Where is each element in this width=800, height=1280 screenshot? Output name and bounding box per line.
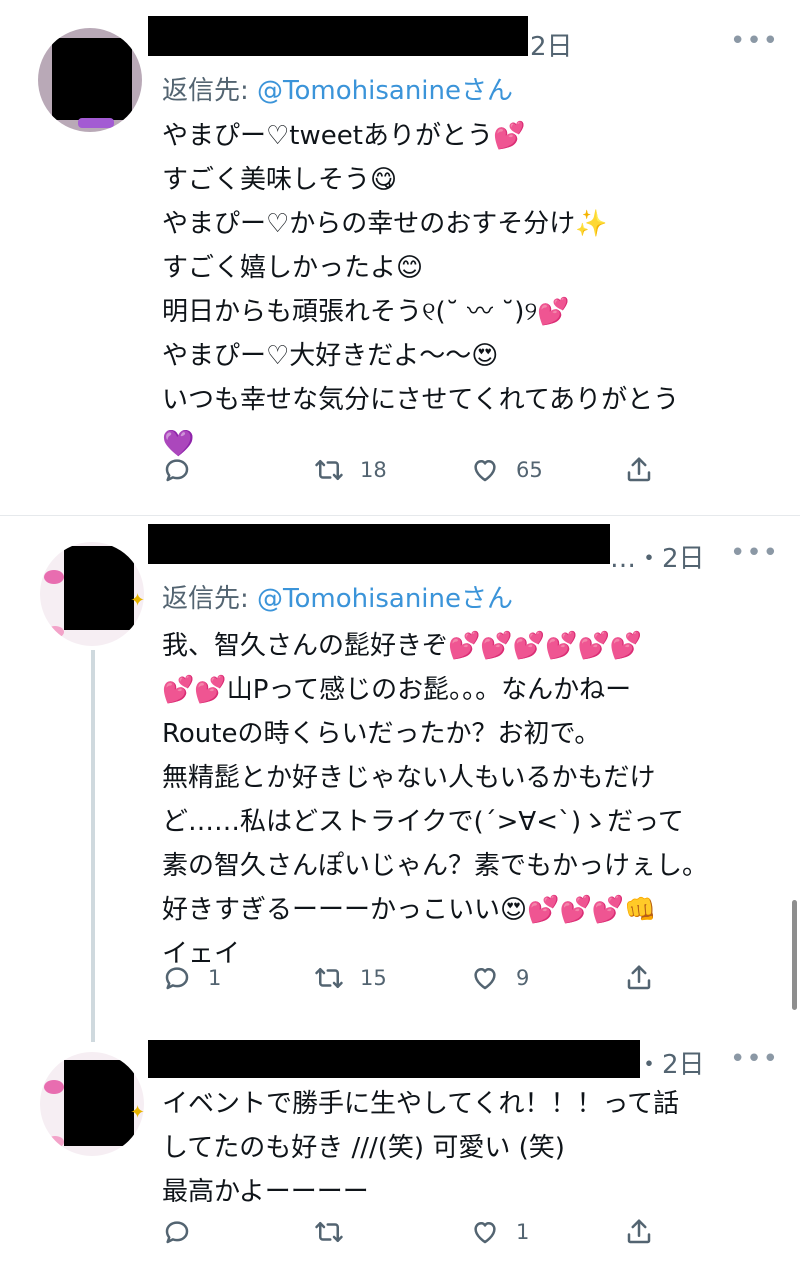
more-icon[interactable]: ••• xyxy=(730,538,779,568)
reply-to-prefix: 返信先: xyxy=(162,584,258,614)
avatar[interactable] xyxy=(38,28,142,132)
username-redaction xyxy=(148,16,528,56)
tweet-text: 我、智久さんの髭好きぞ💕💕💕💕💕💕 💕💕山Pって感じのお髭。。。なんかねー Ro… xyxy=(162,624,708,976)
like-button[interactable]: 9 xyxy=(470,958,529,998)
like-button[interactable]: 65 xyxy=(470,450,543,490)
more-icon[interactable]: ••• xyxy=(730,1044,779,1074)
reply-button[interactable] xyxy=(162,1212,208,1252)
reply-handle-suffix: さん xyxy=(461,76,514,106)
reply-icon xyxy=(165,967,189,990)
retweet-icon xyxy=(315,968,343,988)
retweet-button[interactable]: 15 xyxy=(314,958,387,998)
tweet-text-line: いつも幸せな気分にさせてくれてありがとう xyxy=(162,385,680,415)
avatar-pink-detail xyxy=(46,1136,64,1148)
tweet-text-line: イベントで勝手に生やしてくれ！！！って話 xyxy=(162,1089,680,1119)
action-bar: 1 15 9 xyxy=(162,958,652,998)
timestamp[interactable]: ・2日 xyxy=(636,1044,705,1081)
more-icon[interactable]: ••• xyxy=(730,26,779,56)
avatar-redaction xyxy=(52,38,132,120)
share-button[interactable] xyxy=(624,958,654,998)
like-button[interactable]: 1 xyxy=(470,1212,529,1252)
share-icon xyxy=(627,1219,651,1244)
tweet-text-line: Routeの時くらいだったか？お初で。 xyxy=(162,719,601,749)
tweet-text-line: 無精髭とか好きじゃない人もいるかもだけ xyxy=(162,763,656,793)
scrollbar[interactable] xyxy=(792,900,797,1010)
reply-button[interactable]: 1 xyxy=(162,958,221,998)
avatar-purple-detail xyxy=(78,118,114,128)
tweet-text-line: 明日からも頑張れそう୧(˘ 〰 ˘)୨💕 xyxy=(162,297,570,327)
timestamp[interactable]: 2日 xyxy=(530,26,573,63)
username-redaction xyxy=(148,524,610,564)
share-button[interactable] xyxy=(624,450,654,490)
retweet-icon xyxy=(315,1222,343,1242)
avatar-redaction xyxy=(64,546,134,630)
avatar-sparkle: ✦ xyxy=(130,590,144,611)
avatar-sparkle: ✦ xyxy=(130,1102,144,1123)
retweet-button[interactable]: 18 xyxy=(314,450,387,490)
reply-count: 1 xyxy=(208,966,222,990)
tweet-text-line: やまぴー♡tweetありがとう💕 xyxy=(162,121,526,151)
tweet-text-line: 素の智久さんぽいじゃん？素でもかっけぇし。 xyxy=(162,851,709,881)
tweet-2[interactable]: ✦ …・2日 ••• 返信先: @Tomohisanineさん 我、智久さんの髭… xyxy=(0,516,800,1042)
tweet-text-line: 好きすぎるーーーかっこいい😍💕💕💕👊 xyxy=(162,895,657,925)
tweet-3[interactable]: ✦ ・2日 ••• イベントで勝手に生やしてくれ！！！って話 してたのも好き /… xyxy=(0,1030,800,1280)
retweet-count: 15 xyxy=(360,966,387,990)
avatar-redaction xyxy=(64,1060,134,1146)
tweet-text-line: やまぴー♡からの幸せのおすそ分け✨ xyxy=(162,209,608,239)
reply-to: 返信先: @Tomohisanineさん xyxy=(162,70,513,107)
tweet-1[interactable]: 2日 ••• 返信先: @Tomohisanineさん やまぴー♡tweetあり… xyxy=(0,0,800,510)
reply-icon xyxy=(165,1221,189,1244)
like-count: 65 xyxy=(516,458,543,482)
reply-to: 返信先: @Tomohisanineさん xyxy=(162,578,513,615)
avatar-pink-detail xyxy=(44,1080,64,1094)
tweet-text-line: 💕💕山Pって感じのお髭。。。なんかねー xyxy=(162,675,632,705)
tweet-text: やまぴー♡tweetありがとう💕 すごく美味しそう😋 やまぴー♡からの幸せのおす… xyxy=(162,114,679,466)
tweet-text-line: やまぴー♡大好きだよ〜〜😍 xyxy=(162,341,499,371)
share-icon xyxy=(627,457,651,482)
retweet-icon xyxy=(315,460,343,480)
reply-to-prefix: 返信先: xyxy=(162,76,258,106)
tweet-text-line: ど……私はどストライクで(´>∀<`)ゝだって xyxy=(162,807,684,837)
retweet-count: 18 xyxy=(360,458,387,482)
like-count: 9 xyxy=(516,966,530,990)
like-count: 1 xyxy=(516,1220,530,1244)
tweet-text: イベントで勝手に生やしてくれ！！！って話 してたのも好き ///(笑) 可愛い … xyxy=(162,1082,679,1214)
reply-button[interactable] xyxy=(162,450,208,490)
retweet-button[interactable] xyxy=(314,1212,360,1252)
reply-handle-suffix: さん xyxy=(461,584,514,614)
heart-icon xyxy=(474,1222,496,1244)
tweet-text-line: すごく嬉しかったよ😊 xyxy=(162,253,424,283)
action-bar: 18 65 xyxy=(162,450,652,490)
share-button[interactable] xyxy=(624,1212,654,1252)
tweet-text-line: 我、智久さんの髭好きぞ💕💕💕💕💕💕 xyxy=(162,631,643,661)
thread-line xyxy=(91,650,95,1042)
heart-icon xyxy=(474,968,496,990)
avatar-pink-detail xyxy=(46,626,64,638)
reply-handle-link[interactable]: @Tomohisanine xyxy=(257,584,461,614)
reply-handle-link[interactable]: @Tomohisanine xyxy=(257,76,461,106)
heart-icon xyxy=(474,460,496,482)
action-bar: 1 xyxy=(162,1212,652,1252)
avatar[interactable]: ✦ xyxy=(40,542,144,646)
timestamp[interactable]: …・2日 xyxy=(610,538,705,575)
share-icon xyxy=(627,965,651,990)
reply-icon xyxy=(165,459,189,482)
avatar-pink-detail xyxy=(44,570,64,584)
avatar[interactable]: ✦ xyxy=(40,1052,144,1156)
tweet-text-line: すごく美味しそう😋 xyxy=(162,165,398,195)
tweet-text-line: してたのも好き ///(笑) 可愛い (笑) xyxy=(162,1133,565,1163)
tweet-text-line: 最高かよーーーー xyxy=(162,1177,369,1207)
username-redaction xyxy=(148,1040,640,1078)
